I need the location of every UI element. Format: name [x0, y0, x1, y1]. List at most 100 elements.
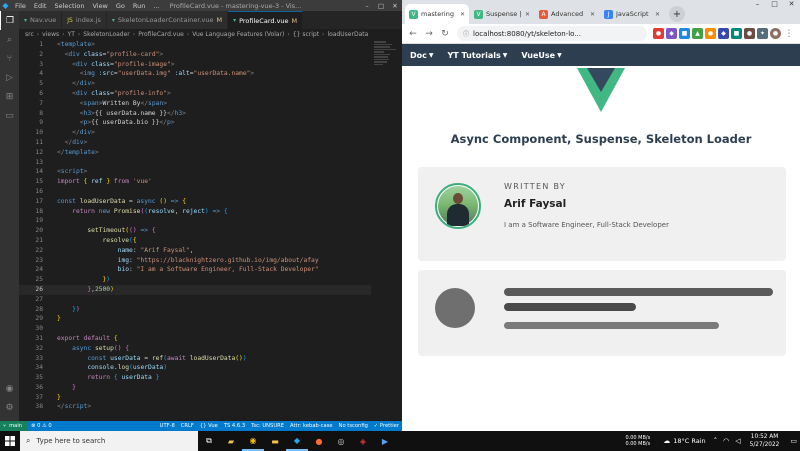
breadcrumb-item[interactable]: src — [25, 31, 34, 38]
browser-tab-advanced[interactable]: A Advanced ✕ — [535, 4, 599, 24]
code-line[interactable]: 19 — [19, 216, 371, 226]
code-line[interactable]: 8 <h3>{{ userData.name }}</h3> — [19, 109, 371, 119]
minimize-icon[interactable]: – — [360, 2, 374, 10]
code-line[interactable]: 33 const userData = ref(await loadUserDa… — [19, 354, 371, 364]
nav-yt-tutorials[interactable]: YT Tutorials ▼ — [448, 51, 508, 60]
code-line[interactable]: 23 img: "https://blacknightzero.github.i… — [19, 256, 371, 266]
code-line[interactable]: 11 </div> — [19, 138, 371, 148]
code-line[interactable]: 1 <template> — [19, 40, 371, 50]
code-line[interactable]: 30 — [19, 324, 371, 334]
ts-version-indicator[interactable]: TS 4.6.3 — [221, 423, 248, 429]
close-tab-icon[interactable]: ✕ — [590, 11, 595, 18]
extension-icon[interactable]: ● — [705, 28, 716, 39]
clock[interactable]: 10:52 AM 5/27/2022 — [750, 433, 780, 449]
menu-go[interactable]: Go — [112, 2, 129, 10]
code-line[interactable]: 6 <div class="profile-info"> — [19, 89, 371, 99]
code-line[interactable]: 36 } — [19, 383, 371, 393]
code-line[interactable]: 14 <script> — [19, 167, 371, 177]
remote-explorer-icon[interactable]: ▭ — [0, 106, 19, 125]
search-icon[interactable]: ⌕ — [0, 30, 19, 49]
weather-text[interactable]: 18°C Rain — [673, 437, 705, 445]
extension-icon[interactable]: ▲ — [692, 28, 703, 39]
language-indicator[interactable]: {} Vue — [197, 423, 221, 429]
breadcrumb-item[interactable]: SkeletonLoader — [83, 31, 130, 38]
code-line[interactable]: 15 import { ref } from 'vue' — [19, 177, 371, 187]
windows-start-icon[interactable] — [0, 431, 20, 451]
menu-edit[interactable]: Edit — [30, 2, 51, 10]
volume-icon[interactable]: ◁ — [735, 437, 740, 445]
explorer-icon[interactable]: ❐ — [0, 11, 19, 30]
code-line[interactable]: 28 }) — [19, 305, 371, 315]
menu-run[interactable]: Run — [129, 2, 149, 10]
nav-doc[interactable]: Doc ▼ — [410, 51, 434, 60]
code-line[interactable]: 24 bio: "I am a Software Engineer, Full-… — [19, 265, 371, 275]
code-line[interactable]: 27 — [19, 295, 371, 305]
breadcrumb-item[interactable]: YT — [68, 31, 75, 38]
menu-selection[interactable]: Selection — [50, 2, 88, 10]
extension-icon[interactable]: ■ — [731, 28, 742, 39]
code-line[interactable]: 3 <div class="profile-image"> — [19, 60, 371, 70]
close-icon[interactable]: ✕ — [388, 2, 402, 10]
settings-gear-icon[interactable]: ⚙ — [0, 398, 19, 417]
tab-nav-vue[interactable]: ▾ Nav.vue — [19, 11, 63, 29]
info-icon[interactable]: ⓘ — [463, 29, 469, 38]
encoding-indicator[interactable]: UTF-8 — [157, 423, 178, 429]
postman-icon[interactable]: ● — [308, 431, 330, 451]
code-line[interactable]: 10 </div> — [19, 128, 371, 138]
code-line[interactable]: 38 </script> — [19, 402, 371, 412]
terminal-icon[interactable]: ▶ — [374, 431, 396, 451]
app-icon[interactable]: ◈ — [352, 431, 374, 451]
notifications-icon[interactable]: ▭ — [790, 437, 797, 445]
forward-arrow-icon[interactable]: → — [421, 29, 437, 39]
taskbar-search-input[interactable]: ⌕ Type here to search — [20, 431, 198, 451]
code-line[interactable]: 35 return { userData } — [19, 373, 371, 383]
breadcrumb-item[interactable]: {} script — [293, 31, 319, 38]
extension-icon[interactable]: ● — [653, 28, 664, 39]
code-line[interactable]: 2 <div class="profile-card"> — [19, 50, 371, 60]
extension-icon[interactable]: ◆ — [718, 28, 729, 39]
code-line[interactable]: 25 }) — [19, 275, 371, 285]
minimap[interactable] — [371, 40, 402, 421]
file-explorer-icon[interactable]: ▰ — [220, 431, 242, 451]
wifi-icon[interactable]: ◠ — [723, 437, 729, 445]
vscode-taskbar-icon[interactable]: ◆ — [286, 431, 308, 451]
problems-indicator[interactable]: ⊗ 0 ⚠ 0 — [28, 423, 55, 429]
profile-avatar-icon[interactable]: ● — [770, 28, 781, 39]
code-line[interactable]: 4 <img :src="userData.img" :alt="userDat… — [19, 69, 371, 79]
code-line[interactable]: 9 <p>{{ userData.bio }}</p> — [19, 118, 371, 128]
extension-icon[interactable]: ■ — [679, 28, 690, 39]
chevron-up-icon[interactable]: ˄ — [714, 437, 718, 445]
chrome-icon[interactable]: ◉ — [242, 431, 264, 451]
code-line[interactable]: 12 </template> — [19, 148, 371, 158]
code-line[interactable]: 32 async setup() { — [19, 344, 371, 354]
browser-tab-javascript[interactable]: J JavaScript ✕ — [600, 4, 664, 24]
menu-view[interactable]: View — [88, 2, 111, 10]
extension-icon[interactable]: ◆ — [666, 28, 677, 39]
tab-index-js[interactable]: JS index.js — [62, 11, 107, 29]
breadcrumb-item[interactable]: loadUserData — [327, 31, 368, 38]
menu-file[interactable]: File — [11, 2, 30, 10]
minimize-icon[interactable]: – — [749, 0, 766, 14]
kebab-menu-icon[interactable]: ⋮ — [781, 29, 797, 39]
code-line[interactable]: 21 resolve({ — [19, 236, 371, 246]
puzzle-extensions-icon[interactable]: ✦ — [757, 28, 768, 39]
tab-profilecard[interactable]: ▾ ProfileCard.vue M — [228, 11, 304, 29]
back-arrow-icon[interactable]: ← — [405, 29, 421, 39]
breadcrumb-item[interactable]: ProfileCard.vue — [138, 31, 184, 38]
code-line[interactable]: 16 — [19, 187, 371, 197]
extension-icon[interactable]: ● — [744, 28, 755, 39]
breadcrumb-item[interactable]: Vue Language Features (Volar) — [192, 31, 284, 38]
address-bar[interactable]: ⓘ localhost:8080/yt/skeleton-lo... — [457, 26, 647, 41]
code-line[interactable]: 20 setTimeout(() => { — [19, 226, 371, 236]
browser-tab-suspense[interactable]: V Suspense | ✕ — [470, 4, 534, 24]
folder-icon[interactable]: ▬ — [264, 431, 286, 451]
code-line[interactable]: 18 return new Promise((resolve, reject) … — [19, 207, 371, 217]
code-line[interactable]: 37} — [19, 393, 371, 403]
code-line[interactable]: 26 },2500) — [19, 284, 371, 295]
account-icon[interactable]: ◉ — [0, 379, 19, 398]
maximize-icon[interactable]: □ — [766, 0, 783, 14]
browser-tab-mastering[interactable]: V mastering ✕ — [405, 4, 469, 24]
code-line[interactable]: 7 <span>Written By</span> — [19, 99, 371, 109]
source-control-icon[interactable]: ⑂ — [0, 49, 19, 68]
code-line[interactable]: 31 export default { — [19, 334, 371, 344]
